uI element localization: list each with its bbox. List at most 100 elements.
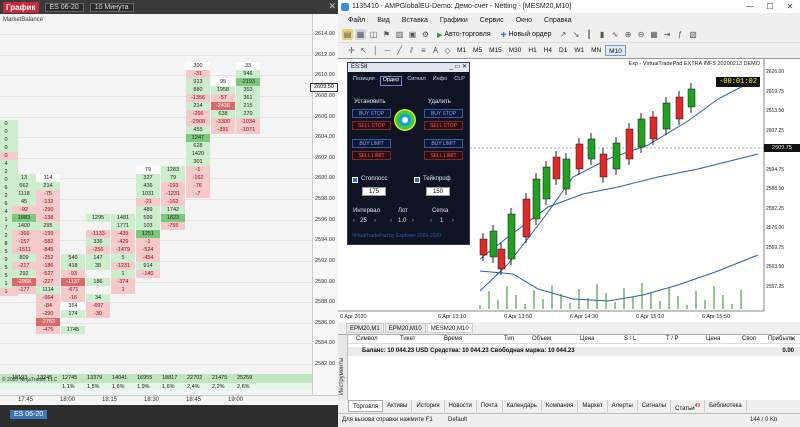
lot-increase[interactable]: › bbox=[412, 218, 414, 224]
chart-tab-mesm-m10[interactable]: MESM20,M10 bbox=[426, 323, 473, 333]
new-order-button[interactable]: ✚ Новый ордер bbox=[497, 29, 556, 41]
tab-clp[interactable]: CLP bbox=[452, 76, 467, 86]
price-chart[interactable]: Exp - VirtualTradePad EXTRA INFS 2020021… bbox=[338, 58, 800, 322]
menu-view[interactable]: Вид bbox=[377, 17, 390, 24]
autoscroll-icon[interactable]: ⇥ bbox=[662, 29, 673, 40]
menu-window[interactable]: Окно bbox=[516, 17, 532, 24]
tab-articles[interactable]: Статьи49 bbox=[671, 400, 706, 412]
templates-icon[interactable]: ▧ bbox=[688, 29, 699, 40]
tab-position[interactable]: Позиция bbox=[351, 76, 377, 86]
tf-m15[interactable]: M15 bbox=[486, 45, 505, 56]
chart-tab-epm-m10[interactable]: EPM20,M10 bbox=[384, 323, 426, 333]
delete-sell-stop-button[interactable]: SELL STOP bbox=[424, 121, 463, 130]
sell-icon[interactable]: ↘ bbox=[571, 29, 582, 40]
tab-order[interactable]: Ордер bbox=[379, 76, 403, 86]
virtual-trade-pad[interactable]: ES:58 _ ▭ ✕ Позиция Ордер Сигнал Инфо CL… bbox=[347, 62, 470, 245]
tab-trade[interactable]: Торговля bbox=[348, 400, 384, 412]
text-icon[interactable]: A bbox=[430, 45, 441, 56]
tab-mailbox[interactable]: Почта bbox=[477, 400, 503, 412]
buy-stop-button[interactable]: BUY STOP bbox=[352, 109, 391, 118]
tab-calendar[interactable]: Календарь bbox=[503, 400, 542, 412]
stoploss-input[interactable]: 175 bbox=[362, 187, 386, 196]
tab-exposure[interactable]: Активы bbox=[383, 400, 413, 412]
tf-m30[interactable]: M30 bbox=[506, 45, 525, 56]
interval-decrease[interactable]: ‹ bbox=[353, 218, 355, 224]
maximize-icon[interactable]: ☐ bbox=[760, 0, 780, 13]
delete-sell-limit-button[interactable]: SELL LIMIT bbox=[424, 151, 463, 160]
menu-charts[interactable]: Графики bbox=[440, 17, 468, 24]
menu-help[interactable]: Справка bbox=[544, 17, 571, 24]
horizontal-line-icon[interactable]: ─ bbox=[382, 45, 393, 56]
sell-limit-button[interactable]: SELL LIMIT bbox=[352, 151, 391, 160]
stoploss-checkbox[interactable] bbox=[352, 177, 358, 183]
grid-icon[interactable]: ▦ bbox=[649, 29, 660, 40]
takeprofit-input[interactable]: 150 bbox=[426, 187, 450, 196]
tf-m1[interactable]: M1 bbox=[454, 45, 469, 56]
col-tp[interactable]: T / P bbox=[666, 336, 679, 342]
close-icon[interactable]: ✕ bbox=[328, 1, 336, 12]
tab-alerts[interactable]: Алерты bbox=[608, 400, 638, 412]
instrument-selector[interactable]: ES 06-20 bbox=[44, 2, 84, 12]
tab-company[interactable]: Компания bbox=[542, 400, 579, 412]
col-symbol[interactable]: Символ bbox=[356, 336, 378, 342]
sell-stop-button[interactable]: SELL STOP bbox=[352, 121, 391, 130]
market-watch-icon[interactable]: ◫ bbox=[368, 29, 379, 40]
grid-increase[interactable]: › bbox=[452, 218, 454, 224]
buy-limit-button[interactable]: BUY LIMIT bbox=[352, 139, 391, 148]
vertical-line-icon[interactable]: │ bbox=[370, 45, 381, 56]
buy-icon[interactable]: ↗ bbox=[558, 29, 569, 40]
tf-w1[interactable]: W1 bbox=[571, 45, 587, 56]
interval-selector[interactable]: 10 Минута bbox=[89, 2, 134, 12]
tab-signal[interactable]: Сигнал bbox=[405, 76, 427, 86]
new-chart-icon[interactable]: ▤ bbox=[342, 29, 353, 40]
tf-mn[interactable]: MN bbox=[588, 45, 604, 56]
grid-decrease[interactable]: ‹ bbox=[430, 218, 432, 224]
algo-trading-button[interactable]: ▶ Авто-торговля bbox=[433, 29, 495, 41]
takeprofit-checkbox[interactable] bbox=[414, 177, 420, 183]
tab-info[interactable]: Инфо bbox=[431, 76, 450, 86]
tf-m5[interactable]: M5 bbox=[470, 45, 485, 56]
col-current-price[interactable]: Цена bbox=[706, 336, 720, 342]
menu-file[interactable]: Файл bbox=[348, 17, 365, 24]
tab-market[interactable]: Маркет bbox=[578, 400, 608, 412]
col-swap[interactable]: Своп bbox=[742, 336, 756, 342]
lot-value[interactable]: 1.0 bbox=[398, 218, 406, 224]
delete-buy-stop-button[interactable]: BUY STOP bbox=[424, 109, 463, 118]
bars-icon[interactable]: ┃ bbox=[584, 29, 595, 40]
tab-history[interactable]: История bbox=[412, 400, 445, 412]
tf-d1[interactable]: D1 bbox=[556, 45, 570, 56]
col-sl[interactable]: S / L bbox=[624, 336, 636, 342]
data-window-icon[interactable]: ▥ bbox=[394, 29, 405, 40]
tf-m10[interactable]: M10 bbox=[605, 45, 626, 56]
fibo-icon[interactable]: ≡ bbox=[418, 45, 429, 56]
delete-buy-limit-button[interactable]: BUY LIMIT bbox=[424, 139, 463, 148]
lot-decrease[interactable]: ‹ bbox=[390, 218, 392, 224]
chart-tab-epm-m1[interactable]: EPM20,M1 bbox=[346, 323, 384, 333]
trendline-icon[interactable]: ╱ bbox=[394, 45, 405, 56]
col-time[interactable]: Время bbox=[444, 336, 462, 342]
close-icon[interactable]: ✕ bbox=[780, 0, 800, 13]
tf-h1[interactable]: H1 bbox=[525, 45, 539, 56]
zoom-out-icon[interactable]: ⊖ bbox=[636, 29, 647, 40]
interval-value[interactable]: 25 bbox=[360, 218, 367, 224]
menu-tools[interactable]: Сервис bbox=[480, 17, 504, 24]
interval-increase[interactable]: › bbox=[374, 218, 376, 224]
terminal-icon[interactable]: ▣ bbox=[407, 29, 418, 40]
line-chart-icon[interactable]: ∿ bbox=[610, 29, 621, 40]
tab-signals[interactable]: Сигналы bbox=[638, 400, 672, 412]
channel-icon[interactable]: ⫽ bbox=[406, 45, 417, 56]
tab-codebase[interactable]: Библиотека bbox=[705, 400, 747, 412]
cursor-icon[interactable]: ↖ bbox=[358, 45, 369, 56]
navigator-icon[interactable]: ⚑ bbox=[381, 29, 392, 40]
col-price[interactable]: Цена bbox=[580, 336, 594, 342]
col-ticket[interactable]: Тикет bbox=[400, 336, 415, 342]
menu-insert[interactable]: Вставка bbox=[402, 17, 428, 24]
indicators-icon[interactable]: ƒ bbox=[675, 29, 686, 40]
crosshair-icon[interactable]: ✛ bbox=[346, 45, 357, 56]
tab-news[interactable]: Новости bbox=[445, 400, 477, 412]
close-icon[interactable]: ✕ bbox=[790, 335, 796, 343]
zoom-in-icon[interactable]: ⊕ bbox=[623, 29, 634, 40]
minimize-icon[interactable]: — bbox=[740, 0, 760, 13]
grid-value[interactable]: 1 bbox=[440, 218, 443, 224]
chart-tab-es[interactable]: ES 06-20 bbox=[10, 410, 48, 419]
